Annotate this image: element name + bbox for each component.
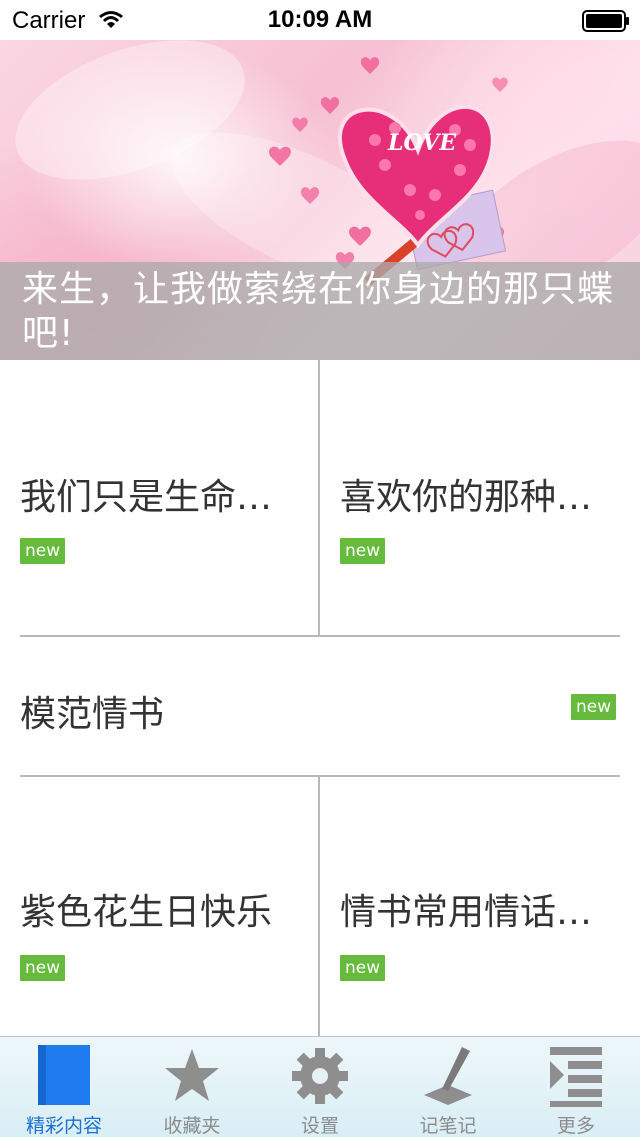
- tab-label: 精彩内容: [25, 1115, 102, 1137]
- new-badge: new: [340, 538, 386, 564]
- tab-favorites[interactable]: 收藏夹: [128, 1037, 256, 1137]
- grid-cell[interactable]: 我们只是生命… new: [0, 360, 320, 636]
- banner-caption: 来生，让我做萦绕在你身边的那只蝶吧!: [0, 262, 640, 360]
- grid-cell[interactable]: 喜欢你的那种… new: [320, 360, 640, 636]
- book-icon: [38, 1045, 90, 1105]
- battery-icon: [582, 10, 629, 32]
- content-grid: 我们只是生命… new 喜欢你的那种… new 模范情书 new 紫色花生日快乐…: [0, 360, 640, 1036]
- new-badge: new: [20, 538, 66, 564]
- tab-label: 设置: [300, 1115, 339, 1137]
- star-icon: [165, 1049, 219, 1101]
- grid-cell[interactable]: 情书常用情话… new: [320, 777, 640, 1036]
- tab-label: 收藏夹: [163, 1115, 221, 1137]
- tab-settings[interactable]: 设置: [256, 1037, 384, 1137]
- status-bar: Carrier 10:09 AM: [0, 0, 640, 40]
- cell-title: 我们只是生命…: [20, 477, 273, 518]
- svg-text:LOVE: LOVE: [387, 130, 457, 156]
- new-badge: new: [20, 955, 66, 981]
- banner-caption-text: 来生，让我做萦绕在你身边的那只蝶吧!: [22, 269, 615, 354]
- status-time: 10:09 AM: [267, 6, 373, 33]
- pen-icon: [424, 1047, 472, 1105]
- tab-label: 记笔记: [419, 1115, 477, 1137]
- grid-cell[interactable]: 紫色花生日快乐 new: [0, 777, 320, 1036]
- tab-more[interactable]: 更多: [512, 1037, 640, 1137]
- tab-featured[interactable]: 精彩内容: [0, 1037, 128, 1137]
- new-badge: new: [340, 955, 386, 981]
- divider: [318, 360, 320, 636]
- more-list-icon: [550, 1047, 602, 1107]
- tab-label: 更多: [556, 1115, 595, 1137]
- grid-cell-wide[interactable]: 模范情书 new: [0, 637, 640, 775]
- cell-title: 情书常用情话…: [340, 892, 593, 933]
- featured-banner[interactable]: LOVE 来生，让我做萦绕在你身边的那只蝶吧!: [0, 40, 640, 360]
- cell-title: 模范情书: [20, 694, 165, 735]
- cell-title: 紫色花生日快乐: [20, 892, 273, 933]
- gear-icon: [292, 1048, 348, 1104]
- tab-notes[interactable]: 记笔记: [384, 1037, 512, 1137]
- cell-title: 喜欢你的那种…: [340, 477, 593, 518]
- divider: [318, 777, 320, 1036]
- tab-bar: 精彩内容 收藏夹 设置 记笔记 更多: [0, 1036, 640, 1137]
- new-badge: new: [571, 694, 617, 720]
